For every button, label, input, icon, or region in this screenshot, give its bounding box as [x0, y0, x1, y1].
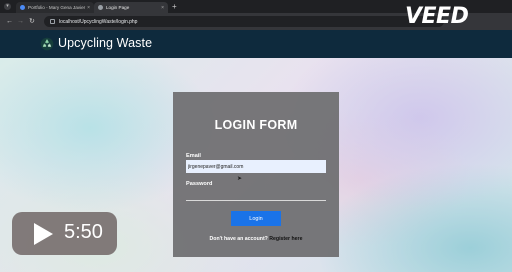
new-tab-button[interactable]: +	[172, 2, 177, 11]
tab-close-icon[interactable]: ×	[87, 5, 90, 11]
mouse-cursor-icon: ➤	[237, 176, 243, 182]
video-duration: 5:50	[64, 221, 103, 243]
favicon-icon	[20, 5, 25, 10]
tab-login-page[interactable]: Login Page ×	[94, 2, 168, 13]
back-icon[interactable]: ←	[6, 17, 13, 26]
password-label: Password	[186, 181, 213, 187]
form-heading: LOGIN FORM	[214, 118, 298, 132]
site-title: Upcycling Waste	[58, 36, 153, 50]
play-icon[interactable]	[34, 223, 53, 245]
signup-prompt-row: Don't have an account? Register here	[173, 236, 339, 242]
site-header: Upcycling Waste	[0, 30, 512, 58]
tab-label: Login Page	[106, 5, 130, 10]
email-field[interactable]	[186, 160, 326, 173]
recycle-icon	[40, 37, 54, 51]
forward-icon[interactable]: →	[17, 17, 24, 26]
tab-label: Portfolio - Mary Gena Javier	[28, 5, 86, 10]
tab-search-icon[interactable]: ▾	[4, 3, 11, 10]
email-label: Email	[186, 153, 201, 159]
url-text: localhost/UpcyclingWaste/login.php	[59, 18, 138, 25]
video-play-control[interactable]: 5:50	[12, 212, 117, 255]
address-bar[interactable]: localhost/UpcyclingWaste/login.php	[44, 16, 444, 27]
login-button[interactable]: Login	[231, 211, 281, 226]
tab-portfolio[interactable]: Portfolio - Mary Gena Javier ×	[16, 2, 94, 13]
login-form: LOGIN FORM Email ➤ Password Login Don't …	[173, 92, 339, 257]
tab-close-icon[interactable]: ×	[161, 5, 164, 11]
reload-icon[interactable]: ↻	[29, 17, 35, 26]
veed-watermark: VEED	[405, 4, 469, 29]
site-info-icon[interactable]	[50, 19, 55, 24]
register-link[interactable]: Register here	[269, 236, 302, 242]
signup-prompt: Don't have an account?	[209, 236, 268, 242]
password-field[interactable]	[186, 189, 326, 201]
favicon-icon	[98, 5, 103, 10]
